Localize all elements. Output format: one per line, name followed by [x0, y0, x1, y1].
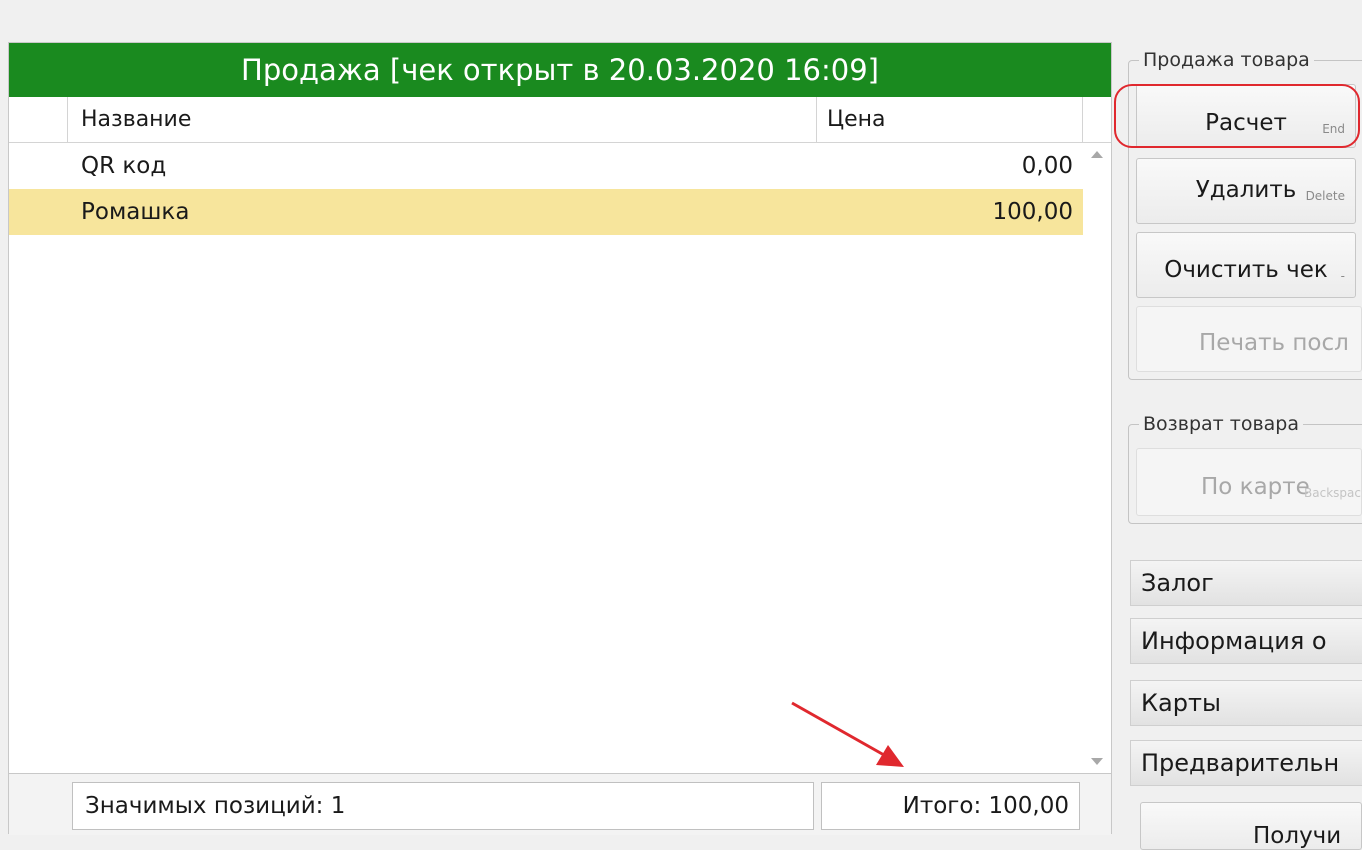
hotkey-hint: - — [1340, 269, 1345, 283]
clear-receipt-button[interactable]: - Очистить чек — [1136, 232, 1356, 298]
sale-panel: Продажа [чек открыт в 20.03.2020 16:09] … — [8, 42, 1112, 835]
section-deposit[interactable]: Залог — [1130, 560, 1362, 606]
total-field: Итого: 100,00 — [821, 782, 1080, 830]
item-count-field: Значимых позиций: 1 — [72, 782, 814, 830]
item-price: 0,00 — [1021, 153, 1073, 179]
section-preliminary[interactable]: Предварительн — [1130, 740, 1362, 786]
annotation-arrow-icon — [791, 701, 904, 767]
item-price: 100,00 — [992, 199, 1073, 225]
sale-footer: Значимых позиций: 1 Итого: 100,00 — [9, 773, 1111, 835]
sale-title: Продажа [чек открыт в 20.03.2020 16:09] — [9, 43, 1111, 97]
section-cards[interactable]: Карты — [1130, 680, 1362, 726]
item-name: Ромашка — [81, 199, 190, 225]
return-by-card-button[interactable]: Backspac По карте — [1136, 448, 1362, 516]
print-last-button-label: Печать посл — [1199, 330, 1349, 356]
scroll-up-arrow-icon[interactable] — [1091, 151, 1103, 158]
table-row-selected[interactable]: Ромашка 100,00 — [9, 189, 1083, 235]
column-header-name[interactable]: Название — [67, 97, 817, 142]
grid-header: Название Цена — [9, 97, 1111, 143]
delete-button[interactable]: Delete Удалить — [1136, 158, 1356, 224]
items-table: QR код 0,00 Ромашка 100,00 — [9, 143, 1083, 235]
section-information[interactable]: Информация о — [1130, 618, 1362, 664]
window-top-strip — [0, 0, 1362, 40]
row-header-column — [9, 97, 68, 142]
sale-group-label: Продажа товара — [1139, 48, 1314, 72]
table-row[interactable]: QR код 0,00 — [9, 143, 1083, 189]
return-by-card-button-label: По карте — [1201, 474, 1310, 500]
clear-receipt-button-label: Очистить чек — [1164, 257, 1328, 283]
scroll-down-arrow-icon[interactable] — [1091, 758, 1103, 765]
delete-button-label: Удалить — [1195, 177, 1297, 203]
print-last-button[interactable]: Печать посл — [1136, 306, 1362, 372]
highlight-outline — [1114, 84, 1360, 148]
item-name: QR код — [81, 153, 167, 179]
column-header-price[interactable]: Цена — [817, 97, 1083, 142]
hotkey-hint: Delete — [1305, 189, 1345, 203]
vertical-scrollbar[interactable] — [1083, 143, 1111, 773]
return-group-label: Возврат товара — [1139, 412, 1304, 436]
receive-button-label: Получи — [1253, 823, 1342, 849]
hotkey-hint: Backspac — [1304, 486, 1361, 500]
receive-button[interactable]: Получи — [1140, 802, 1362, 850]
